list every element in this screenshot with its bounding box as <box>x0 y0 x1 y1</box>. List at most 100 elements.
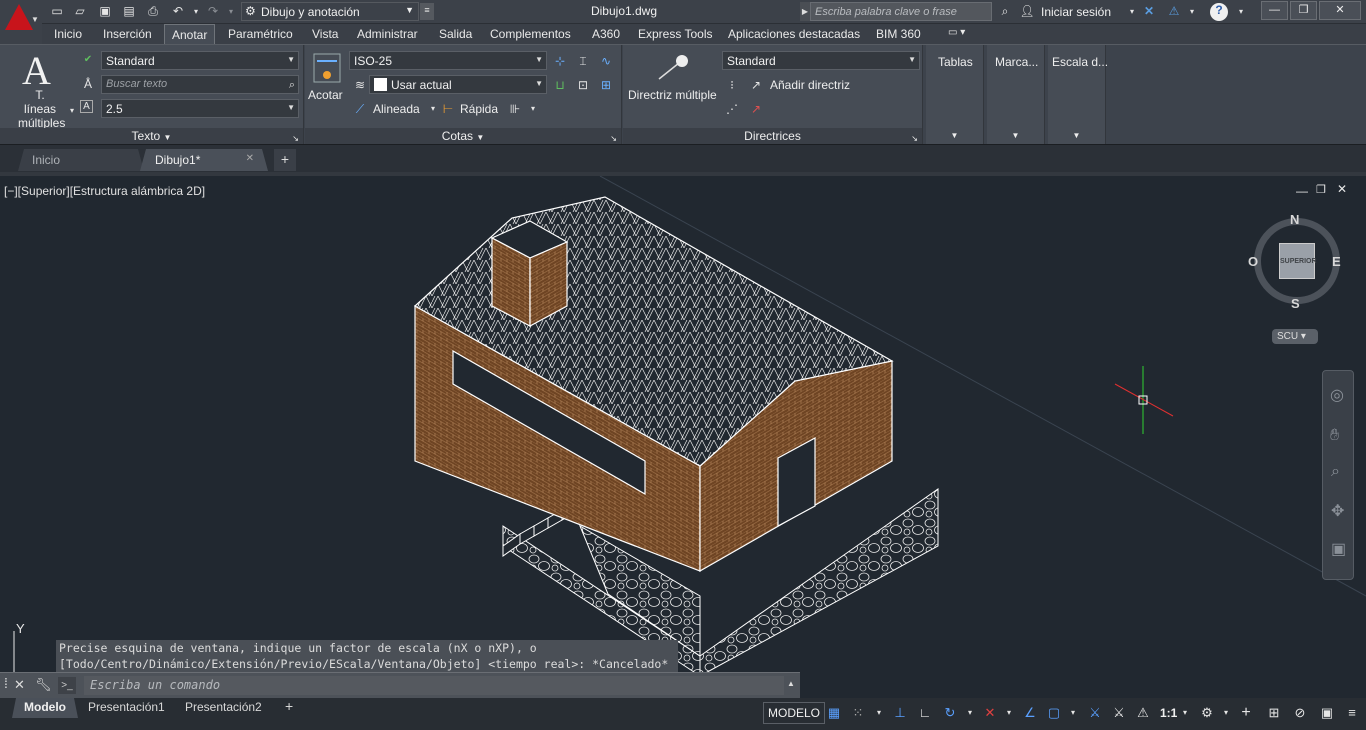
add-layout-button[interactable]: + <box>275 698 303 718</box>
object-snap-dropdown-icon[interactable]: ▾ <box>1064 704 1082 722</box>
steering-wheel-icon[interactable]: ◎ <box>1330 385 1344 405</box>
close-button[interactable]: ✕ <box>1319 1 1361 20</box>
search-expand-icon[interactable]: ▶ <box>800 2 810 21</box>
save-icon[interactable]: ▣ <box>97 4 113 19</box>
close-icon[interactable]: ✕ <box>14 677 25 693</box>
tab-express-tools[interactable]: Express Tools <box>638 27 712 41</box>
text-height-select[interactable]: 2.5 ▼ <box>101 99 299 118</box>
model-space-button[interactable]: MODELO <box>763 702 826 724</box>
annotation-visibility-icon[interactable]: ⚔ <box>1086 704 1104 722</box>
pan-hand-icon[interactable]: ✋︎ <box>1330 427 1339 445</box>
dimension-layer-select[interactable]: Usar actual ▼ <box>369 75 547 94</box>
close-icon[interactable]: ✕ <box>246 153 254 164</box>
object-snap-icon[interactable]: ▢ <box>1045 704 1063 722</box>
isodraft-icon[interactable]: ✕ <box>981 704 999 722</box>
undo-dropdown-icon[interactable]: ▾ <box>188 4 204 19</box>
multiline-text-icon[interactable]: A <box>22 47 51 94</box>
signin-link[interactable]: Iniciar sesión <box>1041 5 1111 19</box>
ucs-menu[interactable]: SCU ▾ <box>1272 329 1318 344</box>
compass-east[interactable]: E <box>1332 254 1341 269</box>
viewcube-face[interactable]: SUPERIOR <box>1279 243 1317 279</box>
panel-cotas-title[interactable]: Cotas ▼ ↘ <box>305 128 621 145</box>
break-dimension-icon[interactable]: ⊹ <box>552 53 568 69</box>
annotation-scale-icon[interactable]: ⚠ <box>1134 704 1152 722</box>
aligned-dimension-button[interactable]: Alineada <box>373 102 420 116</box>
check-spelling-icon[interactable]: ✔ <box>80 52 96 68</box>
align-leaders-icon[interactable]: ⋰ <box>724 101 740 117</box>
redo-icon[interactable]: ↷ <box>205 4 221 19</box>
command-input[interactable]: Escriba un comando <box>84 676 784 695</box>
chevron-down-icon[interactable]: ▾ <box>525 101 541 117</box>
wrench-icon[interactable]: 🔧︎ <box>35 677 52 693</box>
update-dimension-icon[interactable]: ⊡ <box>575 77 591 93</box>
find-text-input[interactable]: Buscar texto ⌕ <box>101 75 299 94</box>
scale-dropdown-icon[interactable]: ▾ <box>1176 704 1194 722</box>
multiline-text-button[interactable]: T. líneas múltiples <box>18 88 65 130</box>
quick-dimension-icon[interactable]: ⊢ <box>440 101 456 117</box>
tab-administrar[interactable]: Administrar <box>357 27 418 41</box>
find-text-icon[interactable]: Å <box>80 76 96 92</box>
a360-icon[interactable]: ⚠ <box>1166 4 1182 19</box>
multileader-style-select[interactable]: Standard ▼ <box>722 51 920 70</box>
binoculars-icon[interactable]: ⌕ <box>289 79 295 92</box>
maximize-button[interactable]: ❐ <box>1290 1 1317 20</box>
auto-scale-icon[interactable]: ⚔ <box>1110 704 1128 722</box>
ribbon-options-icon[interactable]: ▭ ▾ <box>948 27 965 38</box>
binoculars-icon[interactable]: ⌕ <box>997 4 1013 19</box>
signin-dropdown-icon[interactable]: ▾ <box>1124 4 1140 19</box>
undo-icon[interactable]: ↶ <box>170 4 186 19</box>
infer-constraints-icon[interactable]: ⊥ <box>891 704 909 722</box>
panel-texto-title[interactable]: Texto ▼ ↘ <box>0 128 303 145</box>
remove-leader-icon[interactable]: ⁝ <box>724 77 740 93</box>
dimension-button[interactable]: Acotar <box>308 88 343 102</box>
grid-icon[interactable]: ▦ <box>825 704 843 722</box>
user-icon[interactable]: 👤︎ <box>1019 4 1035 19</box>
clean-screen-icon[interactable]: ▣ <box>1318 704 1336 722</box>
tab-inicio[interactable]: Inicio <box>54 27 82 41</box>
units-icon[interactable]: ⊞ <box>1265 704 1283 722</box>
chevron-down-icon[interactable]: ▾ <box>425 101 441 117</box>
new-tab-button[interactable]: + <box>274 149 296 171</box>
command-grip-icon[interactable]: ⁞ <box>4 675 8 691</box>
dimension-style-select[interactable]: ISO-25 ▼ <box>349 51 547 70</box>
isolate-objects-icon[interactable]: ⊘ <box>1291 704 1309 722</box>
showmotion-icon[interactable]: ▣ <box>1331 539 1346 559</box>
help-icon[interactable]: ? <box>1210 3 1228 21</box>
ortho-icon[interactable]: ∟ <box>916 704 934 722</box>
layout-tab-model[interactable]: Modelo <box>12 698 78 718</box>
viewcube[interactable]: SUPERIOR <box>1254 218 1340 304</box>
dimension-icon[interactable] <box>313 53 341 83</box>
customize-menu-icon[interactable]: ≡ <box>1343 704 1361 722</box>
tab-anotar[interactable]: Anotar <box>164 24 216 45</box>
search-input[interactable]: Escriba palabra clave o frase <box>810 2 992 21</box>
open-folder-icon[interactable]: ▱ <box>72 4 88 19</box>
polar-dropdown-icon[interactable]: ▾ <box>961 704 979 722</box>
compass-west[interactable]: O <box>1248 254 1258 269</box>
polar-icon[interactable]: ↻ <box>941 704 959 722</box>
tab-bim360[interactable]: BIM 360 <box>876 27 921 41</box>
object-snap-tracking-icon[interactable]: ∠ <box>1021 704 1039 722</box>
text-style-select[interactable]: Standard ▼ <box>101 51 299 70</box>
command-history-toggle-icon[interactable]: ▲ <box>787 679 795 688</box>
multileader-icon[interactable] <box>655 53 691 81</box>
compass-south[interactable]: S <box>1291 296 1300 311</box>
reassociate-icon[interactable]: ⊞ <box>598 77 614 93</box>
exchange-icon[interactable]: ✕ <box>1141 4 1157 19</box>
inspect-icon[interactable]: ⊔ <box>552 77 568 93</box>
add-leader-icon[interactable]: ↗ <box>748 77 764 93</box>
workspace-gear-icon[interactable]: ⚙ <box>1198 704 1216 722</box>
continue-dimension-icon[interactable]: ⊪ <box>507 101 523 117</box>
tab-vista[interactable]: Vista <box>312 27 338 41</box>
layout-tab-presentacion1[interactable]: Presentación1 <box>78 698 175 718</box>
help-dropdown-icon[interactable]: ▾ <box>1233 4 1249 19</box>
multileader-button[interactable]: Directriz múltiple <box>628 88 717 102</box>
annotation-monitor-icon[interactable]: + <box>1237 704 1255 722</box>
panel-escala[interactable]: Escala d... ▼ <box>1048 45 1108 145</box>
drawing-area[interactable]: [−][Superior][Estructura alámbrica 2D] —… <box>0 172 1366 698</box>
add-leader-button[interactable]: Añadir directriz <box>770 78 850 92</box>
panel-directrices-title[interactable]: Directrices ↘ <box>623 128 922 145</box>
aligned-dimension-icon[interactable]: ⟋ <box>352 101 368 117</box>
tab-complementos[interactable]: Complementos <box>490 27 571 41</box>
print-icon[interactable]: ⎙ <box>145 4 161 19</box>
panel-marca[interactable]: Marca... ▼ <box>987 45 1045 145</box>
